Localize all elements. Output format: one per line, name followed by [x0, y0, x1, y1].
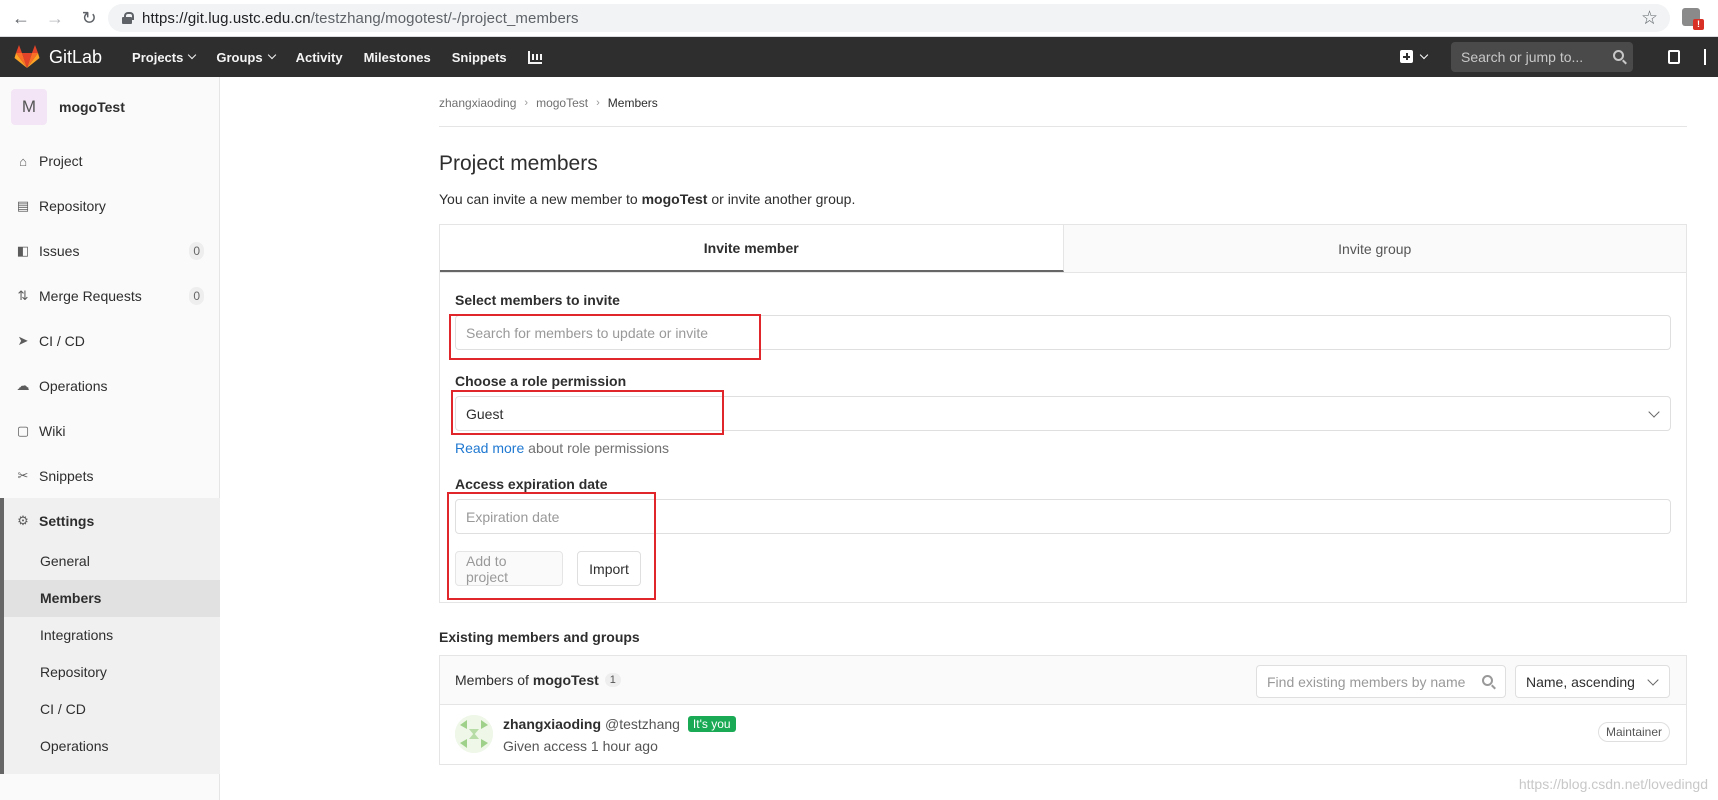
- role-permission-label: Choose a role permission: [455, 373, 627, 389]
- plus-square-icon: [1400, 50, 1413, 63]
- new-dropdown-button[interactable]: [1400, 50, 1429, 63]
- issues-icon[interactable]: [1668, 50, 1680, 64]
- member-name: zhangxiaoding @testzhang It's you: [503, 716, 736, 732]
- doc-icon: ▤: [16, 198, 30, 213]
- sidebar-item-wiki[interactable]: ▢ Wiki: [0, 411, 220, 451]
- bookmark-star-icon[interactable]: ☆: [1641, 7, 1658, 30]
- expiration-date-input[interactable]: Expiration date: [455, 499, 1671, 534]
- sidebar-item-ci-cd[interactable]: ➤ CI / CD: [0, 321, 220, 361]
- merge-request-icon[interactable]: [1704, 49, 1714, 65]
- find-members-input[interactable]: Find existing members by name: [1256, 665, 1506, 698]
- gitlab-logo-icon[interactable]: [14, 45, 40, 69]
- select-members-label: Select members to invite: [455, 292, 620, 308]
- lock-icon: [122, 12, 134, 24]
- divider: [439, 126, 1687, 127]
- chevron-down-icon: [1648, 406, 1660, 418]
- breadcrumb-project[interactable]: mogoTest: [536, 96, 588, 110]
- address-bar[interactable]: https://git.lug.ustc.edu.cn/testzhang/mo…: [108, 4, 1670, 32]
- chart-icon: [527, 50, 542, 64]
- chevron-down-icon: [188, 50, 197, 60]
- project-name: mogoTest: [59, 99, 125, 115]
- nav-projects[interactable]: Projects: [132, 50, 197, 65]
- sort-dropdown[interactable]: Name, ascending: [1515, 665, 1670, 698]
- page-title: Project members: [439, 152, 598, 175]
- issues-count: 0: [189, 242, 204, 260]
- nav-groups[interactable]: Groups: [216, 50, 276, 65]
- its-you-badge: It's you: [687, 716, 736, 732]
- nav-charts[interactable]: [527, 50, 542, 65]
- chevron-down-icon: [1647, 674, 1659, 686]
- members-active-highlight: [4, 580, 220, 617]
- nav-milestones[interactable]: Milestones: [364, 50, 431, 65]
- import-button[interactable]: Import: [577, 551, 641, 586]
- chevron-right-icon: ›: [524, 97, 529, 109]
- sidebar-sub-members[interactable]: Members: [40, 590, 101, 606]
- tab-invite-group[interactable]: Invite group: [1063, 225, 1686, 272]
- sidebar-project-header[interactable]: M mogoTest: [0, 77, 219, 137]
- role-select[interactable]: Guest: [455, 396, 1671, 431]
- browser-toolbar: ← → ↻ https://git.lug.ustc.edu.cn/testzh…: [0, 0, 1718, 37]
- sidebar-item-snippets[interactable]: ✂ Snippets: [0, 456, 220, 496]
- breadcrumb-user[interactable]: zhangxiaoding: [439, 96, 516, 110]
- search-icon: [1482, 675, 1493, 686]
- sidebar-sub-general[interactable]: General: [40, 553, 90, 569]
- read-more-link[interactable]: Read more: [455, 440, 524, 456]
- cloud-gear-icon: ☁: [16, 378, 30, 393]
- mr-count: 0: [189, 287, 204, 305]
- sidebar-sub-operations[interactable]: Operations: [40, 738, 108, 754]
- sidebar-sub-ci-cd[interactable]: CI / CD: [40, 701, 86, 717]
- project-avatar: M: [11, 89, 47, 125]
- member-search-input[interactable]: Search for members to update or invite: [455, 315, 1671, 350]
- member-access-time: Given access 1 hour ago: [503, 738, 658, 754]
- header-search-input[interactable]: Search or jump to...: [1451, 42, 1633, 72]
- member-count-badge: 1: [604, 673, 621, 687]
- members-of-label: Members of mogoTest 1: [455, 672, 621, 688]
- reload-icon[interactable]: ↻: [76, 5, 102, 31]
- watermark: https://blog.csdn.net/lovedingd: [1518, 776, 1708, 792]
- forward-arrow-icon[interactable]: →: [42, 5, 68, 31]
- home-icon: ⌂: [19, 153, 27, 169]
- sidebar-sub-repository[interactable]: Repository: [40, 664, 107, 680]
- top-nav: Projects Groups Activity Milestones Snip…: [132, 50, 563, 65]
- gitlab-header: GitLab Projects Groups Activity Mileston…: [0, 37, 1718, 77]
- sidebar-item-project[interactable]: ⌂ Project: [0, 141, 220, 181]
- expiration-label: Access expiration date: [455, 476, 608, 492]
- members-panel: Members of mogoTest 1 Find existing member…: [439, 655, 1687, 765]
- page-description: You can invite a new member to mogoTest …: [439, 191, 856, 207]
- invite-tabs: Invite member Invite group: [440, 225, 1686, 273]
- tab-invite-member[interactable]: Invite member: [440, 225, 1064, 272]
- sidebar-item-issues[interactable]: ◧ Issues 0: [0, 231, 220, 271]
- role-badge: Maintainer: [1597, 722, 1670, 742]
- nav-activity[interactable]: Activity: [296, 50, 343, 65]
- rocket-icon: ➤: [17, 333, 29, 348]
- breadcrumb: zhangxiaoding › mogoTest › Members: [439, 96, 658, 110]
- add-to-project-button[interactable]: Add to project: [455, 551, 563, 586]
- chevron-down-icon: [267, 50, 276, 60]
- book-icon: ▢: [16, 423, 30, 438]
- issues-icon: ◧: [16, 243, 30, 258]
- sidebar-item-merge-requests[interactable]: ⇅ Merge Requests 0: [0, 276, 220, 316]
- url-text: https://git.lug.ustc.edu.cn/testzhang/mo…: [142, 9, 579, 27]
- breadcrumb-current[interactable]: Members: [608, 96, 658, 110]
- sidebar-item-operations[interactable]: ☁ Operations: [0, 366, 220, 406]
- avatar[interactable]: [455, 715, 493, 753]
- existing-members-title: Existing members and groups: [439, 629, 640, 645]
- invite-panel: Invite member Invite group Select member…: [439, 224, 1687, 603]
- sidebar-item-repository[interactable]: ▤ Repository: [0, 186, 220, 226]
- chevron-down-icon: [1419, 50, 1429, 59]
- gear-icon: ⚙: [17, 513, 29, 528]
- brand-name[interactable]: GitLab: [49, 47, 102, 68]
- search-icon: [1613, 50, 1624, 61]
- extension-icon[interactable]: [1682, 8, 1704, 30]
- role-help-text: Read more about role permissions: [455, 440, 670, 456]
- back-arrow-icon[interactable]: ←: [8, 5, 34, 31]
- member-row: zhangxiaoding @testzhang It's you Given …: [440, 705, 1686, 765]
- chevron-right-icon: ›: [596, 97, 600, 109]
- merge-icon: ⇅: [17, 288, 29, 303]
- sidebar-sub-integrations[interactable]: Integrations: [40, 627, 113, 643]
- sidebar-item-settings[interactable]: ⚙ Settings: [0, 501, 220, 541]
- members-panel-header: Members of mogoTest 1 Find existing member…: [440, 656, 1686, 705]
- nav-snippets[interactable]: Snippets: [452, 50, 507, 65]
- scissors-icon: ✂: [17, 468, 29, 483]
